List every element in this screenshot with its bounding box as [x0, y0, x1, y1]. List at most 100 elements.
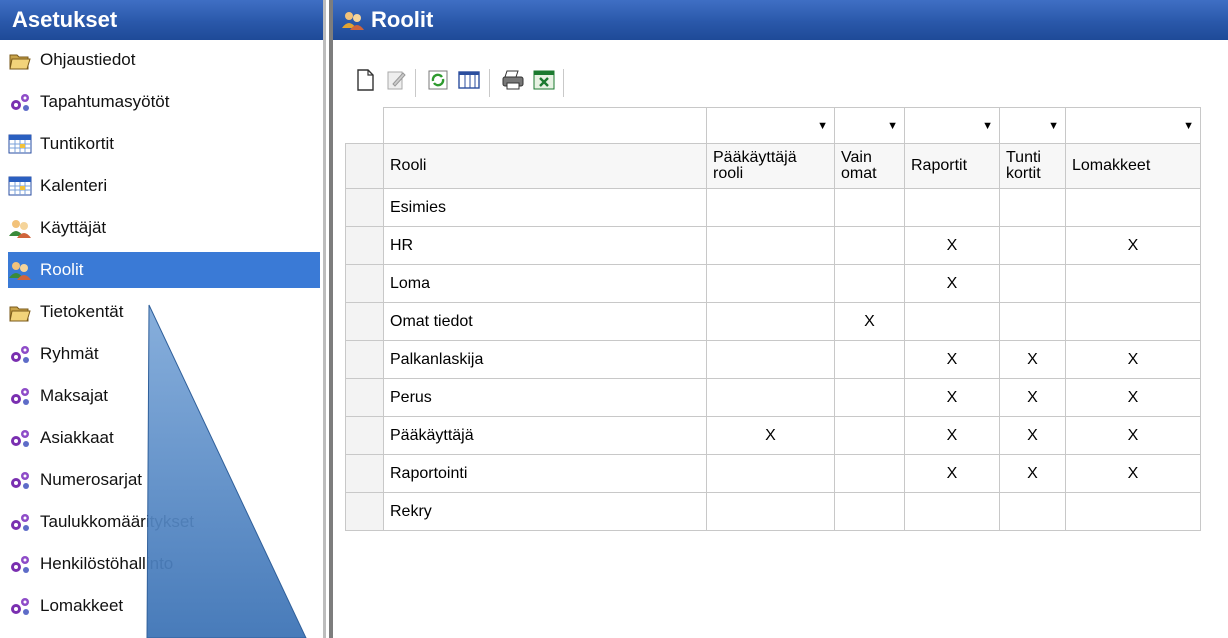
calendar-icon: [8, 175, 32, 197]
sidebar-item-asiakkaat[interactable]: Asiakkaat: [8, 420, 320, 456]
refresh-icon[interactable]: [425, 67, 451, 93]
table-row[interactable]: Rekry: [345, 492, 1201, 531]
filter-dropdown[interactable]: ▼: [999, 107, 1066, 144]
row-selector[interactable]: [345, 340, 384, 379]
permission-cell: X: [904, 340, 1000, 379]
role-name-cell: Omat tiedot: [383, 302, 707, 341]
permission-cell: [706, 454, 835, 493]
table-row[interactable]: Raportointi X X X: [345, 454, 1201, 493]
row-selector[interactable]: [345, 378, 384, 417]
sidebar-item-label: Tapahtumasyötöt: [40, 92, 170, 111]
permission-cell: [1065, 302, 1201, 341]
sidebar-item-numerosarjat[interactable]: Numerosarjat: [8, 462, 320, 498]
gears-icon: [8, 343, 32, 365]
chevron-down-icon[interactable]: ▼: [713, 120, 828, 132]
permission-cell: X: [1065, 454, 1201, 493]
sidebar-item-taulukkomaaritykset[interactable]: Taulukkomääritykset: [8, 504, 320, 540]
new-document-icon[interactable]: [352, 67, 378, 93]
table-row[interactable]: Pääkäyttäjä X X X X: [345, 416, 1201, 455]
filter-row: ▼ ▼ ▼ ▼ ▼: [345, 107, 1201, 144]
gears-icon: [8, 595, 32, 617]
sidebar-item-label: Maksajat: [40, 386, 109, 405]
sidebar-item-henkilostohallinto[interactable]: Henkilöstöhallinto: [8, 546, 320, 582]
column-header[interactable]: Rooli: [383, 143, 707, 189]
permission-cell: [834, 188, 905, 227]
columns-icon[interactable]: [456, 67, 482, 93]
calendar-icon: [8, 133, 32, 155]
row-selector[interactable]: [345, 492, 384, 531]
column-header[interactable]: Raportit: [904, 143, 1000, 189]
permission-cell: [1065, 492, 1201, 531]
sidebar-item-label: Ryhmät: [40, 344, 99, 363]
permission-cell: X: [904, 264, 1000, 303]
permission-cell: [834, 264, 905, 303]
table-row[interactable]: Palkanlaskija X X X: [345, 340, 1201, 379]
gears-icon: [8, 385, 32, 407]
sidebar-item-label: Taulukkomääritykset: [40, 512, 195, 531]
gears-icon: [8, 469, 32, 491]
page-title: Roolit: [371, 7, 434, 32]
column-header[interactable]: Pääkäyttäjä rooli: [706, 143, 835, 189]
sidebar-item-label: Käyttäjät: [40, 218, 107, 237]
sidebar-item-lomakkeet[interactable]: Lomakkeet: [8, 588, 320, 624]
chevron-down-icon[interactable]: ▼: [911, 120, 993, 132]
edit-icon[interactable]: [383, 67, 409, 93]
permission-cell: X: [1065, 340, 1201, 379]
column-header[interactable]: Vain omat: [834, 143, 905, 189]
sidebar-item-roolit[interactable]: Roolit: [8, 252, 320, 288]
table-row[interactable]: Loma X: [345, 264, 1201, 303]
table-row[interactable]: Esimies: [345, 188, 1201, 227]
sidebar-item-label: Lomakkeet: [40, 596, 124, 615]
filter-dropdown[interactable]: ▼: [904, 107, 1000, 144]
sidebar-item-label: Tuntikortit: [40, 134, 115, 153]
roles-table: ▼ ▼ ▼ ▼ ▼ Rooli Pääkäyttäjä rooli Vain omat Rapo…: [345, 107, 1201, 531]
sidebar-item-maksajat[interactable]: Maksajat: [8, 378, 320, 414]
permission-cell: [706, 226, 835, 265]
permission-cell: X: [904, 226, 1000, 265]
table-row[interactable]: HR X X: [345, 226, 1201, 265]
permission-cell: [834, 378, 905, 417]
permission-cell: X: [999, 378, 1066, 417]
sidebar-item-ryhmat[interactable]: Ryhmät: [8, 336, 320, 372]
gears-icon: [8, 427, 32, 449]
permission-cell: [904, 188, 1000, 227]
permission-cell: [834, 226, 905, 265]
permission-cell: [834, 492, 905, 531]
sidebar-item-tietokentat[interactable]: Tietokentät: [8, 294, 320, 330]
filter-dropdown[interactable]: ▼: [1065, 107, 1201, 144]
permission-cell: [706, 188, 835, 227]
chevron-down-icon[interactable]: ▼: [1072, 120, 1194, 132]
sidebar-item-kayttajat[interactable]: Käyttäjät: [8, 210, 320, 246]
row-selector[interactable]: [345, 264, 384, 303]
print-icon[interactable]: [500, 67, 526, 93]
role-name-cell: Pääkäyttäjä: [383, 416, 707, 455]
sidebar-item-kalenteri[interactable]: Kalenteri: [8, 168, 320, 204]
permission-cell: [706, 264, 835, 303]
column-header[interactable]: Tunti kortit: [999, 143, 1066, 189]
filter-text-input[interactable]: [383, 107, 707, 144]
table-row[interactable]: Perus X X X: [345, 378, 1201, 417]
sidebar-item-label: Kalenteri: [40, 176, 108, 195]
table-row[interactable]: Omat tiedot X: [345, 302, 1201, 341]
row-selector[interactable]: [345, 454, 384, 493]
permission-cell: X: [999, 340, 1066, 379]
row-selector[interactable]: [345, 226, 384, 265]
permission-cell: X: [904, 378, 1000, 417]
toolbar-separator: [489, 69, 490, 97]
role-name-cell: Raportointi: [383, 454, 707, 493]
row-selector[interactable]: [345, 302, 384, 341]
row-selector[interactable]: [345, 416, 384, 455]
row-selector[interactable]: [345, 188, 384, 227]
chevron-down-icon[interactable]: ▼: [1006, 120, 1059, 132]
chevron-down-icon[interactable]: ▼: [841, 120, 898, 132]
permission-cell: [999, 226, 1066, 265]
roles-panel-header: Roolit: [333, 0, 1228, 40]
permission-cell: [834, 416, 905, 455]
filter-dropdown[interactable]: ▼: [834, 107, 905, 144]
excel-export-icon[interactable]: [531, 67, 557, 93]
sidebar-item-tuntikortit[interactable]: Tuntikortit: [8, 126, 320, 162]
sidebar-item-tapahtumasyotot[interactable]: Tapahtumasyötöt: [8, 84, 320, 120]
filter-dropdown[interactable]: ▼: [706, 107, 835, 144]
sidebar-item-ohjaustiedot[interactable]: Ohjaustiedot: [8, 42, 320, 78]
column-header[interactable]: Lomakkeet: [1065, 143, 1201, 189]
